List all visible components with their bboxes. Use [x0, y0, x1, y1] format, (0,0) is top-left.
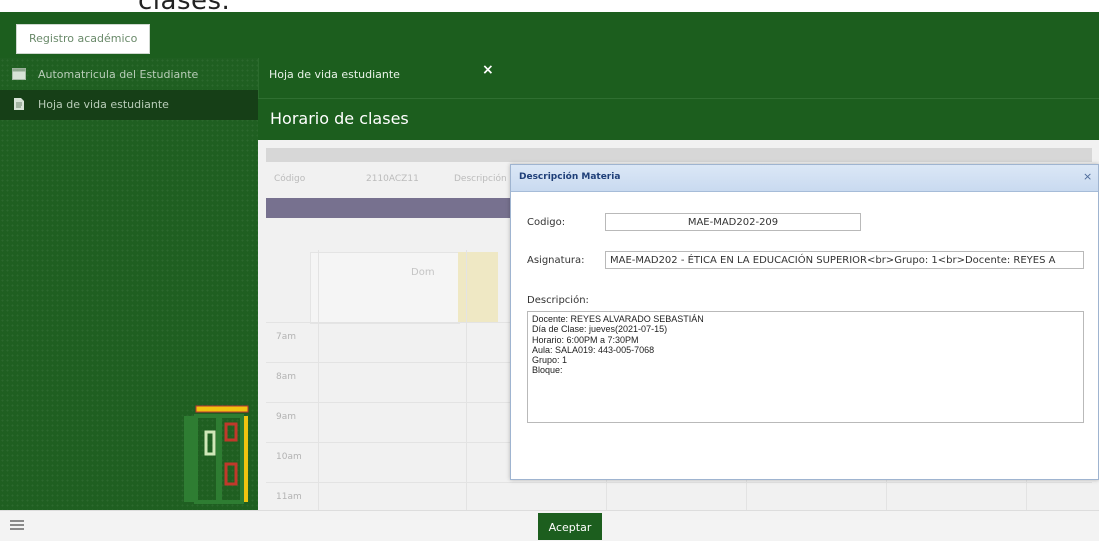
- descripcion-line: Docente: REYES ALVARADO SEBASTIÁN: [532, 314, 704, 324]
- sidebar-item-hoja-de-vida[interactable]: Hoja de vida estudiante: [0, 90, 258, 120]
- hamburger-menu-icon[interactable]: [10, 519, 24, 531]
- tab-hoja-de-vida[interactable]: Hoja de vida estudiante: [269, 68, 400, 81]
- dialog-header[interactable]: Descripción Materia ×: [511, 165, 1098, 192]
- descripcion-line: Grupo: 1: [532, 355, 568, 366]
- calendar-icon: [12, 68, 26, 80]
- main-tab-bar: Hoja de vida estudiante ×: [258, 58, 1099, 98]
- document-icon: [14, 98, 24, 110]
- descripcion-materia-dialog: Descripción Materia × Codigo: MAE-MAD202…: [510, 164, 1099, 480]
- time-label: 8am: [276, 372, 297, 382]
- descripcion-label: Descripción:: [527, 295, 589, 306]
- background-field-label: Código: [274, 174, 306, 184]
- descripcion-textarea[interactable]: Docente: REYES ALVARADO SEBASTIÁN Día de…: [527, 311, 1084, 423]
- dialog-title: Descripción Materia: [519, 172, 621, 182]
- dialog-close-icon[interactable]: ×: [1083, 170, 1092, 183]
- descripcion-line: Aula: SALA019: 443-005-7068: [532, 344, 655, 355]
- time-label: 10am: [276, 452, 302, 462]
- asignatura-label: Asignatura:: [527, 255, 585, 266]
- background-field-label: Descripción: [454, 174, 507, 184]
- page-title: Horario de clases: [270, 109, 409, 128]
- toolbar-strip: [266, 148, 1092, 162]
- time-label: 7am: [276, 332, 297, 342]
- page-title-bar: Horario de clases: [258, 98, 1099, 141]
- main-footer: [258, 510, 1099, 541]
- background-field-value: 2110ACZ11: [366, 174, 419, 184]
- asignatura-field[interactable]: MAE-MAD202 - ÉTICA EN LA EDUCACIÓN SUPER…: [605, 251, 1084, 269]
- sidebar-item-label: Automatricula del Estudiante: [38, 68, 199, 81]
- tab-close-icon[interactable]: ×: [482, 62, 494, 78]
- top-bar: [0, 12, 1099, 58]
- sidebar-footer: [0, 510, 258, 541]
- aceptar-button[interactable]: Aceptar: [538, 513, 602, 540]
- descripcion-line: Horario: 6:00PM a 7:30PM: [532, 334, 639, 345]
- tab-registro-academico[interactable]: Registro académico: [16, 24, 151, 54]
- descripcion-line: Bloque:: [532, 365, 563, 376]
- codigo-field[interactable]: MAE-MAD202-209: [605, 213, 861, 231]
- time-label: 9am: [276, 412, 297, 422]
- sidebar: Automatricula del Estudiante Hoja de vid…: [0, 58, 258, 510]
- sidebar-item-label: Hoja de vida estudiante: [38, 98, 169, 111]
- siga-logo: [184, 405, 249, 504]
- time-label: 11am: [276, 492, 302, 502]
- sidebar-item-automatricula[interactable]: Automatricula del Estudiante: [0, 60, 258, 90]
- descripcion-line: Día de Clase: jueves(2021-07-15): [532, 324, 668, 335]
- codigo-label: Codigo:: [527, 217, 566, 228]
